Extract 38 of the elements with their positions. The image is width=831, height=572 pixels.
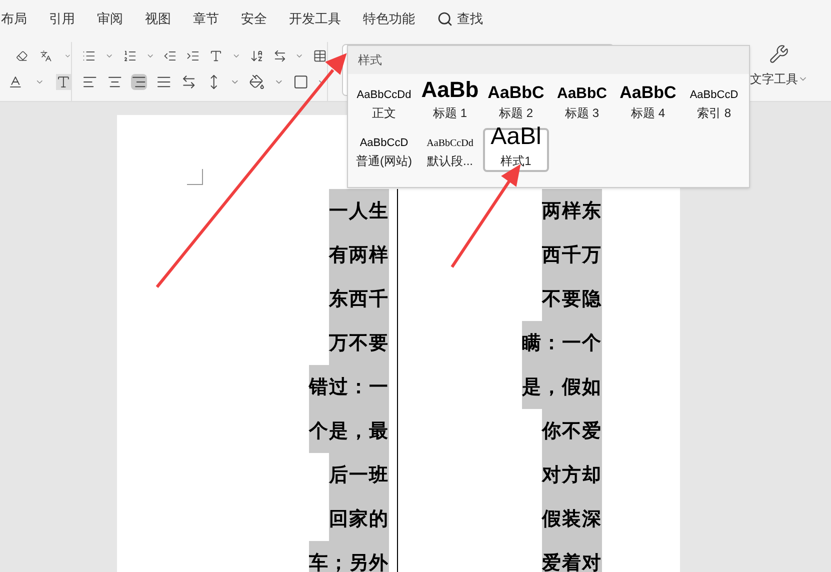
- menu-tab[interactable]: 布局: [1, 9, 27, 29]
- style-option[interactable]: AaBbC 标题 3: [549, 80, 615, 124]
- highlight-icon[interactable]: [56, 74, 71, 90]
- sort-icon[interactable]: [250, 48, 264, 64]
- search-button[interactable]: 查找: [437, 9, 483, 29]
- style-option[interactable]: AaBbCcD 普通(网站): [351, 128, 417, 172]
- border-icon[interactable]: [292, 74, 308, 90]
- search-icon: [437, 11, 453, 27]
- align-center-icon[interactable]: [106, 74, 122, 90]
- eraser-icon[interactable]: [16, 48, 28, 64]
- style-option[interactable]: AaBbC 标题 2: [483, 80, 549, 124]
- menu-tab[interactable]: 开发工具: [289, 9, 341, 29]
- text-tools-button[interactable]: 文字工具: [750, 70, 808, 88]
- numbered-list-icon[interactable]: [122, 48, 136, 64]
- menu-tab[interactable]: 审阅: [97, 9, 123, 29]
- table-icon[interactable]: [313, 48, 327, 64]
- shading-icon[interactable]: [249, 74, 265, 90]
- style-option[interactable]: AaBl 样式1: [483, 128, 549, 172]
- style-option[interactable]: AaBbCcDd 正文: [351, 80, 417, 124]
- menu-tab[interactable]: 视图: [145, 9, 171, 29]
- font-color-icon[interactable]: [8, 74, 23, 90]
- menu-tab[interactable]: 章节: [193, 9, 219, 29]
- margin-corner-mark: [187, 169, 203, 185]
- font-size-icon[interactable]: [209, 48, 223, 64]
- justify-icon[interactable]: [156, 74, 172, 90]
- direction-icon[interactable]: [272, 48, 286, 64]
- style-option[interactable]: AaBbC 标题 4: [615, 80, 681, 124]
- style-option[interactable]: AaBbCcDd 默认段...: [417, 128, 483, 172]
- distribute-icon[interactable]: [180, 74, 197, 90]
- menu-tab[interactable]: 引用: [49, 9, 75, 29]
- menu-tab[interactable]: 特色功能: [363, 9, 415, 29]
- align-left-icon[interactable]: [82, 74, 98, 90]
- wrench-icon: [769, 44, 789, 64]
- dropdown-title: 样式: [348, 46, 749, 74]
- style-option[interactable]: AaBb 标题 1: [417, 80, 483, 124]
- align-right-icon[interactable]: [131, 74, 148, 90]
- style-option[interactable]: AaBbCcD 索引 8: [681, 80, 747, 124]
- menu-tab[interactable]: 安全: [241, 9, 267, 29]
